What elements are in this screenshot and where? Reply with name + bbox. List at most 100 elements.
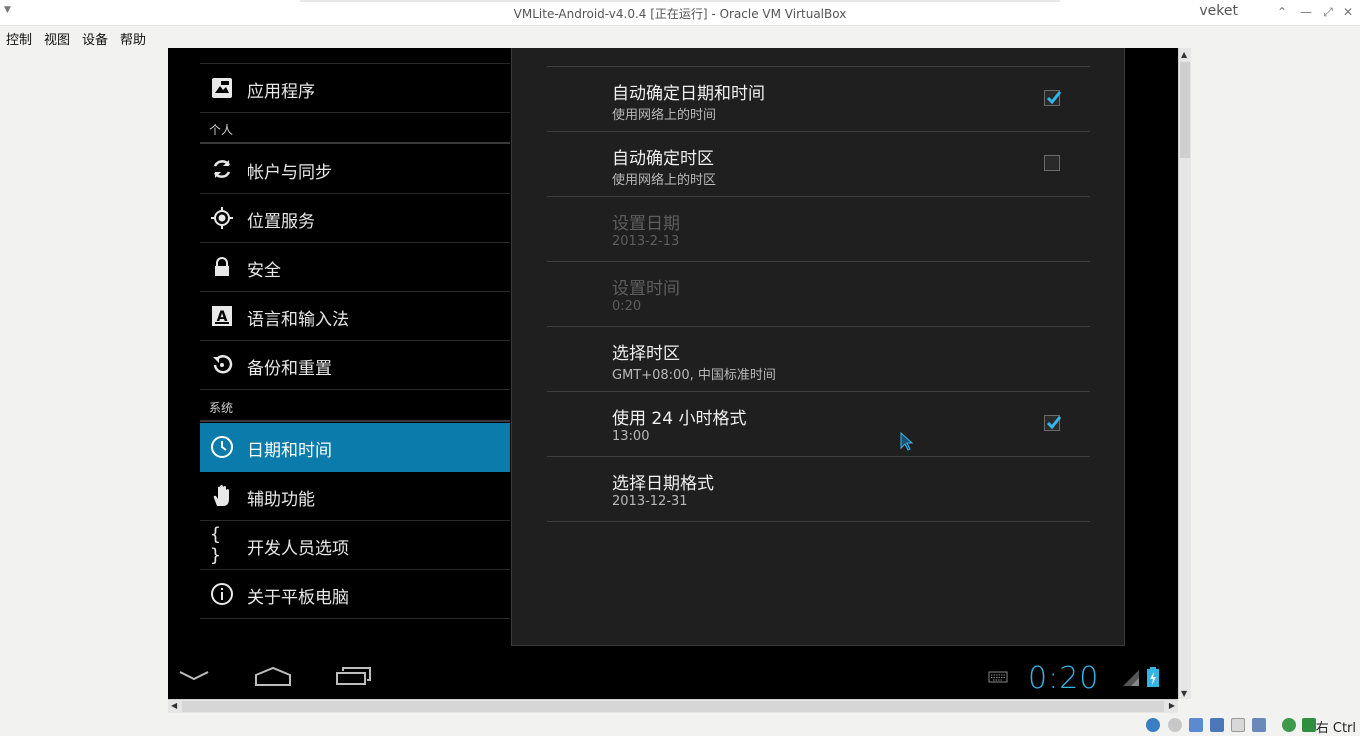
vbox-statusbar: 右 Ctrl [0, 714, 1360, 736]
auto-datetime-row[interactable]: 自动确定日期和时间 使用网络上的时间 [547, 67, 1090, 131]
row-title: 设置日期 [612, 214, 680, 234]
auto-timezone-row[interactable]: 自动确定时区 使用网络上的时区 [547, 132, 1090, 196]
battery-charging-icon [1147, 667, 1159, 687]
vm-display[interactable]: 应用程序 个人 帐户与同步 位置服务 安全 A 语言和输入法 备份和重置 系统 … [168, 48, 1178, 699]
window-maximize-icon[interactable]: ⤢ [1320, 4, 1336, 20]
settings-item-datetime[interactable]: 日期和时间 [200, 423, 510, 472]
location-icon [210, 206, 234, 230]
recent-apps-icon[interactable] [335, 665, 373, 687]
settings-item-label: 备份和重置 [247, 359, 332, 379]
settings-item-label: 帐户与同步 [247, 163, 332, 183]
settings-item-accounts[interactable]: 帐户与同步 [200, 145, 510, 194]
datetime-panel: 自动确定日期和时间 使用网络上的时间 自动确定时区 使用网络上的时区 设置日期 … [511, 48, 1125, 646]
clock-icon [210, 435, 234, 459]
titlebar-highlight [300, 0, 1060, 2]
settings-item-label: 位置服务 [247, 212, 315, 232]
set-date-row[interactable]: 设置日期 2013-2-13 [547, 197, 1090, 261]
settings-item-label: 语言和输入法 [247, 310, 349, 330]
row-summary: 使用网络上的时区 [612, 173, 717, 188]
window-shade-icon[interactable]: ⌃ [1274, 4, 1290, 20]
status-clock: 0:20 [1028, 661, 1100, 696]
auto-datetime-checkbox[interactable] [1044, 90, 1062, 106]
sync-icon [210, 157, 234, 181]
settings-item-backup[interactable]: 备份和重置 [200, 341, 510, 390]
vertical-scrollbar[interactable]: ▲ ▼ [1178, 48, 1191, 699]
backup-restore-icon [210, 353, 234, 377]
menu-devices[interactable]: 设备 [82, 29, 108, 48]
vertical-scroll-thumb[interactable] [1180, 62, 1190, 158]
home-icon[interactable] [254, 665, 292, 687]
scroll-down-icon[interactable]: ▼ [1181, 689, 1187, 698]
host-key-icon[interactable] [1302, 718, 1316, 732]
set-time-row[interactable]: 设置时间 0:20 [547, 262, 1090, 326]
display-icon[interactable] [1252, 718, 1266, 732]
signal-icon [1123, 670, 1139, 686]
select-timezone-row[interactable]: 选择时区 GMT+08:00, 中国标准时间 [547, 327, 1090, 391]
menu-view[interactable]: 视图 [44, 29, 70, 48]
header-line [200, 142, 510, 144]
language-icon: A [210, 304, 234, 328]
row-title: 自动确定时区 [612, 149, 714, 169]
menu-help[interactable]: 帮助 [120, 29, 146, 48]
row-summary: 2013-12-31 [612, 494, 688, 509]
android-navbar: 0:20 [168, 655, 1178, 699]
settings-item-label: 安全 [247, 261, 281, 281]
mouse-integration-icon[interactable] [1282, 718, 1296, 732]
header-line [200, 420, 510, 422]
menu-control[interactable]: 控制 [6, 29, 32, 48]
row-summary: GMT+08:00, 中国标准时间 [612, 368, 776, 383]
settings-item-label: 开发人员选项 [247, 539, 349, 559]
settings-item-developer[interactable]: { } 开发人员选项 [200, 521, 510, 570]
window-user: veket [1199, 3, 1238, 19]
row-title: 设置时间 [612, 279, 680, 299]
settings-list: 应用程序 个人 帐户与同步 位置服务 安全 A 语言和输入法 备份和重置 系统 … [200, 48, 510, 648]
lock-icon [210, 255, 234, 279]
window-close-icon[interactable]: ✕ [1340, 4, 1356, 20]
row-title: 选择日期格式 [612, 474, 714, 494]
scroll-up-icon[interactable]: ▲ [1181, 50, 1187, 59]
settings-item-accessibility[interactable]: 辅助功能 [200, 472, 510, 521]
row-title: 使用 24 小时格式 [612, 409, 747, 429]
settings-item-security[interactable]: 安全 [200, 243, 510, 292]
braces-icon: { } [210, 524, 221, 566]
usb-icon[interactable] [1189, 718, 1203, 732]
scroll-left-icon[interactable]: ◀ [171, 701, 177, 710]
back-icon[interactable] [178, 669, 210, 683]
optical-drive-icon[interactable] [1168, 718, 1182, 732]
row-divider [547, 521, 1090, 522]
settings-item-label: 辅助功能 [247, 490, 315, 510]
use-24h-format-row[interactable]: 使用 24 小时格式 13:00 [547, 392, 1090, 456]
window-title: VMLite-Android-v4.0.4 [正在运行] - Oracle VM… [513, 7, 847, 21]
horizontal-scrollbar[interactable]: ◀ ▶ [168, 699, 1178, 713]
info-icon [210, 582, 234, 606]
window-titlebar: ▼ VMLite-Android-v4.0.4 [正在运行] - Oracle … [0, 0, 1360, 26]
row-title: 选择时区 [612, 344, 680, 364]
header-system: 系统 [209, 401, 234, 415]
use-24h-checkbox[interactable] [1044, 415, 1062, 431]
settings-item-label: 关于平板电脑 [247, 588, 349, 608]
vbox-menubar: 控制 视图 设备 帮助 [0, 26, 1360, 48]
hard-disk-icon[interactable] [1146, 718, 1160, 732]
settings-item-location[interactable]: 位置服务 [200, 194, 510, 243]
settings-item-apps[interactable]: 应用程序 [200, 64, 510, 113]
apps-icon [210, 76, 234, 100]
keyboard-icon[interactable] [988, 671, 1008, 683]
window-minimize-icon[interactable]: — [1298, 4, 1314, 20]
host-key-label: 右 Ctrl [1315, 721, 1356, 736]
row-summary: 0:20 [612, 299, 642, 314]
settings-item-label: 日期和时间 [247, 441, 332, 461]
date-format-row[interactable]: 选择日期格式 2013-12-31 [547, 457, 1090, 521]
settings-item-language[interactable]: A 语言和输入法 [200, 292, 510, 341]
settings-item-label: 应用程序 [247, 82, 315, 102]
settings-item-about[interactable]: 关于平板电脑 [200, 570, 510, 619]
header-personal: 个人 [209, 123, 234, 137]
scroll-right-icon[interactable]: ▶ [1169, 701, 1175, 710]
auto-timezone-checkbox[interactable] [1044, 155, 1060, 171]
network-icon[interactable] [1210, 718, 1224, 732]
row-summary: 13:00 [612, 429, 650, 444]
shared-folders-icon[interactable] [1231, 718, 1245, 732]
row-summary: 2013-2-13 [612, 234, 680, 249]
hand-icon [210, 484, 234, 508]
mouse-cursor-icon [900, 432, 914, 451]
horizontal-scroll-thumb[interactable] [182, 701, 1164, 712]
